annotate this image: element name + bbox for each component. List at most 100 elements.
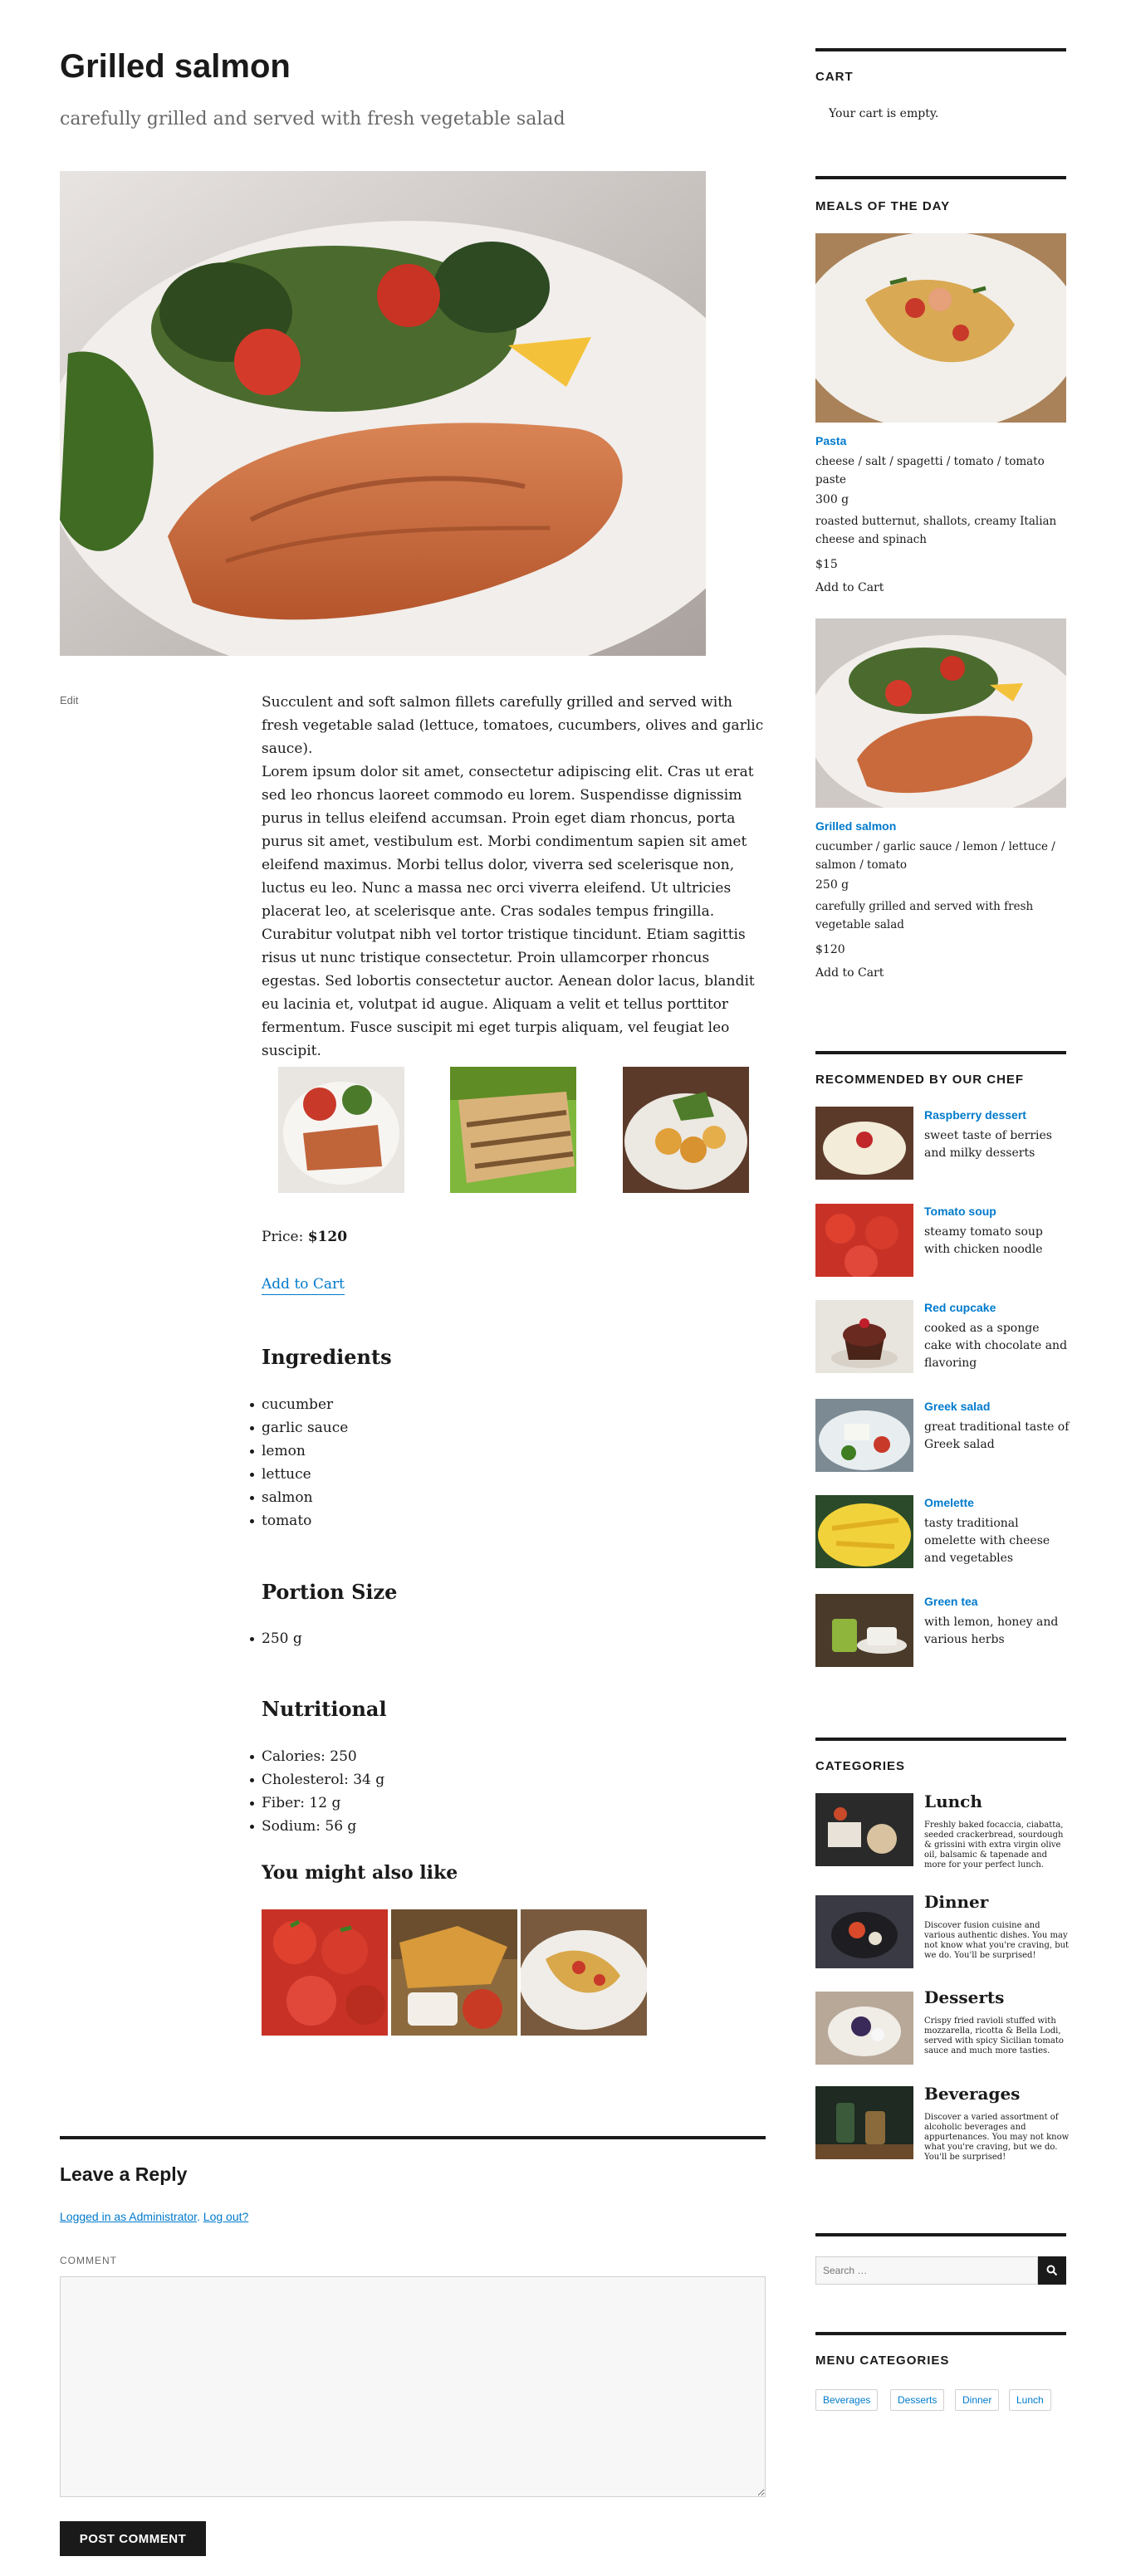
- gallery: [278, 1067, 749, 1193]
- related-item-image[interactable]: [262, 1909, 388, 2036]
- meal-price: $120: [815, 943, 845, 956]
- list-item: tomato: [249, 1509, 348, 1532]
- meal-add-to-cart[interactable]: Add to Cart: [815, 579, 884, 597]
- related-heading: You might also like: [262, 1862, 458, 1884]
- list-item: cucumber: [249, 1393, 348, 1416]
- meal-desc: carefully grilled and served with fresh …: [815, 900, 1034, 931]
- price: Price: $120: [262, 1229, 347, 1245]
- meal-image-pasta[interactable]: [815, 233, 1066, 423]
- nutritional-list: Calories: 250 Cholesterol: 34 g Fiber: 1…: [249, 1745, 384, 1838]
- meals-divider: [815, 176, 1066, 179]
- category-image-desserts[interactable]: [815, 1992, 913, 2065]
- comment-textarea[interactable]: [60, 2276, 766, 2497]
- list-item: Calories: 250: [249, 1745, 384, 1768]
- search-input[interactable]: [815, 2256, 1038, 2285]
- post-comment-button[interactable]: POST COMMENT: [60, 2521, 206, 2556]
- post-body: Lorem ipsum dolor sit amet, consectetur …: [262, 764, 755, 1059]
- category-name[interactable]: Dinner: [924, 1892, 988, 1912]
- list-item: Sodium: 56 g: [249, 1815, 384, 1838]
- chef-item-image[interactable]: [815, 1204, 913, 1277]
- category-name[interactable]: Lunch: [924, 1791, 982, 1811]
- list-item: 250 g: [250, 1627, 302, 1650]
- logout-link[interactable]: Log out?: [203, 2210, 249, 2223]
- chef-item-image[interactable]: [815, 1594, 913, 1667]
- chef-item-desc: tasty traditional omelette with cheese a…: [924, 1517, 1050, 1565]
- edit-link[interactable]: Edit: [60, 694, 78, 706]
- chef-item-desc: great traditional taste of Greek salad: [924, 1420, 1070, 1451]
- meals-title: MEALS OF THE DAY: [815, 199, 951, 213]
- chef-item-image[interactable]: [815, 1399, 913, 1472]
- reply-divider: [60, 2136, 766, 2139]
- chef-item-image[interactable]: [815, 1300, 913, 1373]
- ingredients-list: cucumber garlic sauce lemon lettuce salm…: [249, 1393, 348, 1532]
- chef-item-name[interactable]: Red cupcake: [924, 1301, 996, 1314]
- comment-label: COMMENT: [60, 2255, 117, 2266]
- chef-item-image[interactable]: [815, 1495, 913, 1568]
- meal-add-to-cart[interactable]: Add to Cart: [815, 964, 884, 982]
- related-products: [262, 1909, 648, 2036]
- category-desc: Freshly baked focaccia, ciabatta, seeded…: [924, 1821, 1064, 1870]
- meal-image-salmon[interactable]: [815, 618, 1066, 808]
- list-item: Fiber: 12 g: [249, 1791, 384, 1815]
- search-button[interactable]: [1038, 2256, 1066, 2285]
- chef-title: RECOMMENDED BY OUR CHEF: [815, 1073, 1025, 1087]
- post-title: Grilled salmon: [60, 48, 291, 85]
- meal-name[interactable]: Pasta: [815, 434, 846, 447]
- list-item: salmon: [249, 1486, 348, 1509]
- search-icon: [1046, 2265, 1058, 2276]
- list-item: Cholesterol: 34 g: [249, 1768, 384, 1791]
- menu-tag-beverages[interactable]: Beverages: [815, 2389, 879, 2411]
- logged-in-separator: .: [197, 2210, 203, 2223]
- meal-portion: 300 g: [815, 493, 849, 506]
- meal-tags: cheese / salt / spagetti / tomato / toma…: [815, 455, 1045, 486]
- category-image-beverages[interactable]: [815, 2086, 913, 2159]
- chef-item-name[interactable]: Omelette: [924, 1496, 974, 1509]
- gallery-image[interactable]: [278, 1067, 404, 1193]
- search-form: [815, 2256, 1066, 2285]
- menu-tag-dinner[interactable]: Dinner: [955, 2389, 1000, 2411]
- categories-divider: [815, 1738, 1066, 1741]
- menu-categories-title: MENU CATEGORIES: [815, 2354, 950, 2368]
- menu-tag-desserts[interactable]: Desserts: [890, 2389, 945, 2411]
- cart-title: CART: [815, 70, 854, 84]
- category-name[interactable]: Beverages: [924, 2084, 1020, 2104]
- price-label: Price:: [262, 1229, 304, 1245]
- cart-divider: [815, 48, 1066, 51]
- category-desc: Discover a varied assortment of alcoholi…: [924, 2113, 1070, 2162]
- list-item: lemon: [249, 1440, 348, 1463]
- meal-price: $15: [815, 558, 838, 571]
- chef-item-desc: sweet taste of berries and milky dessert…: [924, 1129, 1052, 1160]
- logged-in-link[interactable]: Logged in as Administrator: [60, 2210, 197, 2223]
- related-item-image[interactable]: [391, 1909, 517, 2036]
- chef-item-desc: steamy tomato soup with chicken noodle: [924, 1225, 1043, 1256]
- chef-item-name[interactable]: Green tea: [924, 1595, 978, 1608]
- ingredients-heading: Ingredients: [262, 1345, 392, 1369]
- meal-tags: cucumber / garlic sauce / lemon / lettuc…: [815, 840, 1055, 872]
- cart-empty-text: Your cart is empty.: [829, 107, 939, 120]
- category-name[interactable]: Desserts: [924, 1987, 1004, 2007]
- portion-heading: Portion Size: [262, 1580, 398, 1604]
- gallery-image[interactable]: [623, 1067, 749, 1193]
- chef-item-desc: cooked as a sponge cake with chocolate a…: [924, 1322, 1068, 1370]
- menu-tag-lunch[interactable]: Lunch: [1009, 2389, 1051, 2411]
- category-image-lunch[interactable]: [815, 1793, 913, 1866]
- chef-item-name[interactable]: Tomato soup: [924, 1205, 996, 1218]
- chef-item-image[interactable]: [815, 1107, 913, 1180]
- chef-item-name[interactable]: Greek salad: [924, 1400, 990, 1413]
- search-divider: [815, 2233, 1066, 2236]
- categories-title: CATEGORIES: [815, 1759, 906, 1773]
- menu-categories-divider: [815, 2332, 1066, 2335]
- chef-item-desc: with lemon, honey and various herbs: [924, 1615, 1059, 1646]
- chef-divider: [815, 1051, 1066, 1054]
- category-image-dinner[interactable]: [815, 1895, 913, 1968]
- list-item: lettuce: [249, 1463, 348, 1486]
- meal-name[interactable]: Grilled salmon: [815, 819, 896, 833]
- post-intro: Succulent and soft salmon fillets carefu…: [262, 694, 764, 757]
- price-value: $120: [307, 1229, 348, 1245]
- chef-item-name[interactable]: Raspberry dessert: [924, 1108, 1026, 1122]
- related-item-image[interactable]: [521, 1909, 647, 2036]
- gallery-image[interactable]: [450, 1067, 576, 1193]
- reply-title: Leave a Reply: [60, 2163, 188, 2185]
- meal-desc: roasted butternut, shallots, creamy Ital…: [815, 515, 1057, 546]
- add-to-cart-button[interactable]: Add to Cart: [262, 1276, 345, 1295]
